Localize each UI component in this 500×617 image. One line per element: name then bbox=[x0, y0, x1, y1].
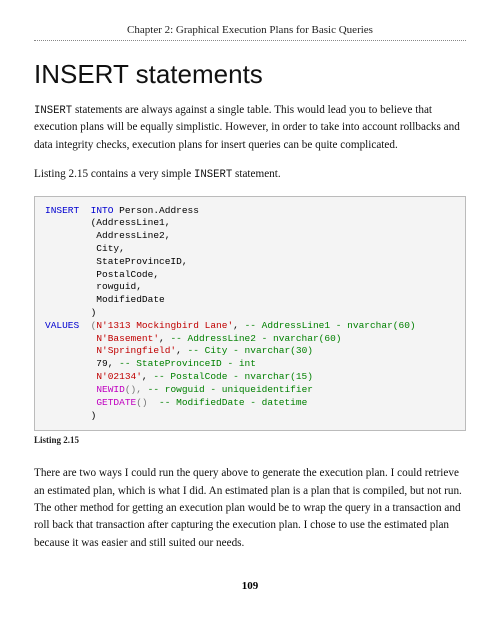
code-indent bbox=[45, 371, 96, 382]
code-line: ) bbox=[45, 307, 96, 318]
code-indent bbox=[45, 345, 96, 356]
code-punct: ( bbox=[79, 320, 96, 331]
code-line: ModifiedDate bbox=[45, 294, 165, 305]
listing-label: Listing 2.15 bbox=[34, 435, 466, 445]
code-string: N'02134' bbox=[96, 371, 142, 382]
paragraph-2a: Listing 2.15 contains a very simple bbox=[34, 168, 194, 180]
code-line: rowguid, bbox=[45, 281, 142, 292]
code-line: StateProvinceID, bbox=[45, 256, 188, 267]
page-number: 109 bbox=[34, 580, 466, 592]
code-keyword: INTO bbox=[79, 205, 113, 216]
header-rule bbox=[34, 40, 466, 41]
paragraph-2: Listing 2.15 contains a very simple INSE… bbox=[34, 166, 466, 183]
code-comment: -- City - nvarchar(30) bbox=[188, 345, 313, 356]
code-line: AddressLine2, bbox=[45, 230, 170, 241]
code-string: N'1313 Mockingbird Lane' bbox=[96, 320, 233, 331]
code-punct: , bbox=[159, 333, 170, 344]
paragraph-1: INSERT statements are always against a s… bbox=[34, 102, 466, 154]
paragraph-2b: statement. bbox=[232, 168, 280, 180]
code-line: City, bbox=[45, 243, 125, 254]
code-keyword: INSERT bbox=[45, 205, 79, 216]
code-comment: -- StateProvinceID - int bbox=[119, 358, 256, 369]
paragraph-1-text: statements are always against a single t… bbox=[34, 104, 460, 151]
code-comment: -- AddressLine1 - nvarchar(60) bbox=[245, 320, 416, 331]
code-line: (AddressLine1, bbox=[45, 217, 170, 228]
inline-code: INSERT bbox=[194, 169, 232, 181]
code-indent bbox=[45, 397, 96, 408]
code-line: 79, bbox=[45, 358, 119, 369]
code-punct: () bbox=[136, 397, 159, 408]
code-comment: -- rowguid - uniqueidentifier bbox=[148, 384, 313, 395]
code-indent bbox=[45, 384, 96, 395]
code-comment: -- ModifiedDate - datetime bbox=[159, 397, 307, 408]
code-object: Person.Address bbox=[113, 205, 199, 216]
code-line: ) bbox=[45, 410, 96, 421]
code-comment: -- PostalCode - nvarchar(15) bbox=[153, 371, 313, 382]
code-indent bbox=[45, 333, 96, 344]
section-heading: INSERT statements bbox=[34, 59, 466, 90]
inline-code: INSERT bbox=[34, 105, 72, 117]
chapter-header: Chapter 2: Graphical Execution Plans for… bbox=[34, 24, 466, 36]
code-keyword: VALUES bbox=[45, 320, 79, 331]
code-function: NEWID bbox=[96, 384, 125, 395]
code-line: PostalCode, bbox=[45, 269, 159, 280]
page: Chapter 2: Graphical Execution Plans for… bbox=[0, 0, 500, 612]
code-punct: , bbox=[176, 345, 187, 356]
code-function: GETDATE bbox=[96, 397, 136, 408]
code-string: N'Basement' bbox=[96, 333, 159, 344]
paragraph-3: There are two ways I could run the query… bbox=[34, 465, 466, 552]
code-string: N'Springfield' bbox=[96, 345, 176, 356]
code-comment: -- AddressLine2 - nvarchar(60) bbox=[170, 333, 341, 344]
code-punct: (), bbox=[125, 384, 148, 395]
code-punct: , bbox=[233, 320, 244, 331]
code-punct: , bbox=[142, 371, 153, 382]
code-block: INSERT INTO Person.Address (AddressLine1… bbox=[34, 196, 466, 432]
